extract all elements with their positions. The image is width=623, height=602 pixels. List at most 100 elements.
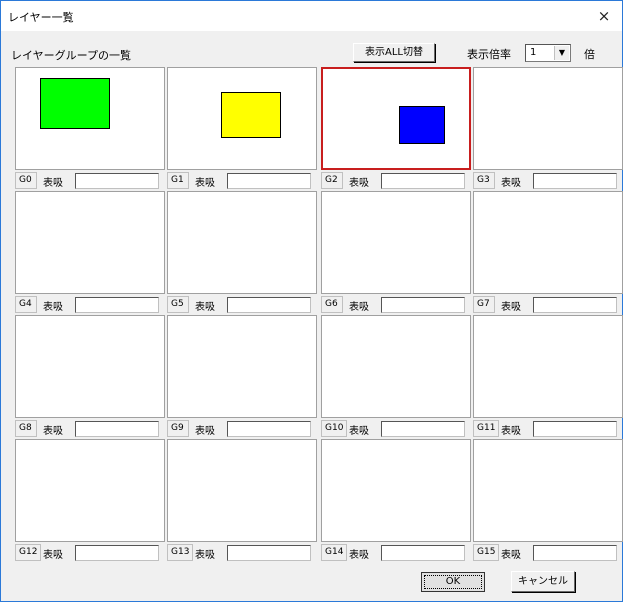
ok-button[interactable]: OK xyxy=(421,572,485,592)
layer-thumbnail[interactable] xyxy=(15,191,165,294)
group-name-field[interactable] xyxy=(381,173,465,189)
layer-group-controls: G8 表吸 xyxy=(15,420,165,438)
layer-group-controls: G6 表吸 xyxy=(321,296,471,314)
layer-shape-rect xyxy=(40,78,110,129)
layer-thumbnail[interactable] xyxy=(321,439,471,542)
group-name-label: G10 xyxy=(321,420,347,437)
group-name-field[interactable] xyxy=(533,297,617,313)
layer-group-cell: G9 表吸 xyxy=(167,315,319,439)
layer-thumbnail[interactable] xyxy=(321,67,471,170)
cancel-button[interactable]: キャンセル xyxy=(511,571,575,592)
layer-group-cell: G11 表吸 xyxy=(473,315,623,439)
layer-group-controls: G3 表吸 xyxy=(473,172,623,190)
layer-group-controls: G4 表吸 xyxy=(15,296,165,314)
group-name-label: G3 xyxy=(473,172,495,189)
layer-thumbnail[interactable] xyxy=(473,191,623,294)
display-snap-label[interactable]: 表吸 xyxy=(195,298,215,313)
layer-thumbnail[interactable] xyxy=(15,439,165,542)
display-ratio-select[interactable]: 1 ▼ xyxy=(525,44,571,62)
group-name-label: G15 xyxy=(473,544,499,561)
chevron-down-icon[interactable]: ▼ xyxy=(554,46,569,60)
display-snap-label[interactable]: 表吸 xyxy=(43,174,63,189)
group-name-field[interactable] xyxy=(381,421,465,437)
group-name-label: G6 xyxy=(321,296,343,313)
layer-group-cell: G14 表吸 xyxy=(321,439,473,563)
layer-group-controls: G14 表吸 xyxy=(321,544,471,562)
group-name-field[interactable] xyxy=(533,173,617,189)
layer-group-cell: G3 表吸 xyxy=(473,67,623,191)
group-name-label: G2 xyxy=(321,172,343,189)
layer-thumbnail[interactable] xyxy=(15,315,165,418)
layer-group-controls: G15 表吸 xyxy=(473,544,623,562)
display-snap-label[interactable]: 表吸 xyxy=(349,298,369,313)
layer-group-controls: G0 表吸 xyxy=(15,172,165,190)
group-name-field[interactable] xyxy=(75,173,159,189)
group-name-label: G13 xyxy=(167,544,193,561)
layer-group-cell: G13 表吸 xyxy=(167,439,319,563)
group-name-field[interactable] xyxy=(227,173,311,189)
toggle-all-display-button[interactable]: 表示ALL切替 xyxy=(353,43,435,62)
display-ratio-label: 表示倍率 xyxy=(467,48,511,61)
layer-thumbnail[interactable] xyxy=(167,191,317,294)
layer-thumbnail[interactable] xyxy=(473,315,623,418)
layer-group-controls: G11 表吸 xyxy=(473,420,623,438)
group-name-field[interactable] xyxy=(227,297,311,313)
group-name-field[interactable] xyxy=(533,545,617,561)
layer-group-cell: G8 表吸 xyxy=(15,315,167,439)
layer-thumbnail[interactable] xyxy=(321,315,471,418)
display-snap-label[interactable]: 表吸 xyxy=(43,546,63,561)
display-snap-label[interactable]: 表吸 xyxy=(501,174,521,189)
layer-thumbnail[interactable] xyxy=(167,67,317,170)
group-name-field[interactable] xyxy=(75,297,159,313)
display-snap-label[interactable]: 表吸 xyxy=(501,546,521,561)
layer-thumbnail[interactable] xyxy=(167,315,317,418)
group-name-label: G11 xyxy=(473,420,499,437)
display-snap-label[interactable]: 表吸 xyxy=(43,298,63,313)
layer-group-cell: G5 表吸 xyxy=(167,191,319,315)
layer-group-controls: G10 表吸 xyxy=(321,420,471,438)
title-bar: レイヤー一覧 × xyxy=(1,1,622,31)
display-snap-label[interactable]: 表吸 xyxy=(501,422,521,437)
layer-group-cell: G1 表吸 xyxy=(167,67,319,191)
display-snap-label[interactable]: 表吸 xyxy=(349,422,369,437)
layer-group-cell: G6 表吸 xyxy=(321,191,473,315)
layer-group-controls: G2 表吸 xyxy=(321,172,471,190)
group-name-field[interactable] xyxy=(75,421,159,437)
display-snap-label[interactable]: 表吸 xyxy=(195,174,215,189)
group-name-field[interactable] xyxy=(227,421,311,437)
layer-group-cell: G0 表吸 xyxy=(15,67,167,191)
group-name-label: G14 xyxy=(321,544,347,561)
display-snap-label[interactable]: 表吸 xyxy=(349,546,369,561)
layer-thumbnail[interactable] xyxy=(167,439,317,542)
layer-thumbnail[interactable] xyxy=(473,439,623,542)
layer-group-controls: G1 表吸 xyxy=(167,172,317,190)
layer-shape-rect xyxy=(221,92,281,138)
layer-group-grid: G0 表吸 G1 表吸 G2 表吸 G3 表吸 G4 表吸 G5 表吸 G6 表吸 G7 表吸 G8 表吸 G9 表吸… xyxy=(15,67,623,567)
close-icon[interactable]: × xyxy=(592,4,616,28)
ratio-unit-label: 倍 xyxy=(584,48,595,61)
group-name-field[interactable] xyxy=(381,297,465,313)
group-name-field[interactable] xyxy=(227,545,311,561)
group-name-field[interactable] xyxy=(75,545,159,561)
layer-group-controls: G12 表吸 xyxy=(15,544,165,562)
group-name-field[interactable] xyxy=(533,421,617,437)
layer-group-cell: G10 表吸 xyxy=(321,315,473,439)
display-snap-label[interactable]: 表吸 xyxy=(195,546,215,561)
layer-shape-rect xyxy=(399,106,445,144)
layer-group-controls: G9 表吸 xyxy=(167,420,317,438)
layer-group-controls: G7 表吸 xyxy=(473,296,623,314)
group-name-field[interactable] xyxy=(381,545,465,561)
display-snap-label[interactable]: 表吸 xyxy=(43,422,63,437)
layer-group-controls: G13 表吸 xyxy=(167,544,317,562)
group-name-label: G12 xyxy=(15,544,41,561)
layer-group-controls: G5 表吸 xyxy=(167,296,317,314)
layer-group-cell: G12 表吸 xyxy=(15,439,167,563)
display-snap-label[interactable]: 表吸 xyxy=(349,174,369,189)
layer-group-cell: G2 表吸 xyxy=(321,67,473,191)
layer-thumbnail[interactable] xyxy=(321,191,471,294)
layer-thumbnail[interactable] xyxy=(473,67,623,170)
display-snap-label[interactable]: 表吸 xyxy=(501,298,521,313)
window-title: レイヤー一覧 xyxy=(8,11,74,24)
layer-thumbnail[interactable] xyxy=(15,67,165,170)
display-snap-label[interactable]: 表吸 xyxy=(195,422,215,437)
